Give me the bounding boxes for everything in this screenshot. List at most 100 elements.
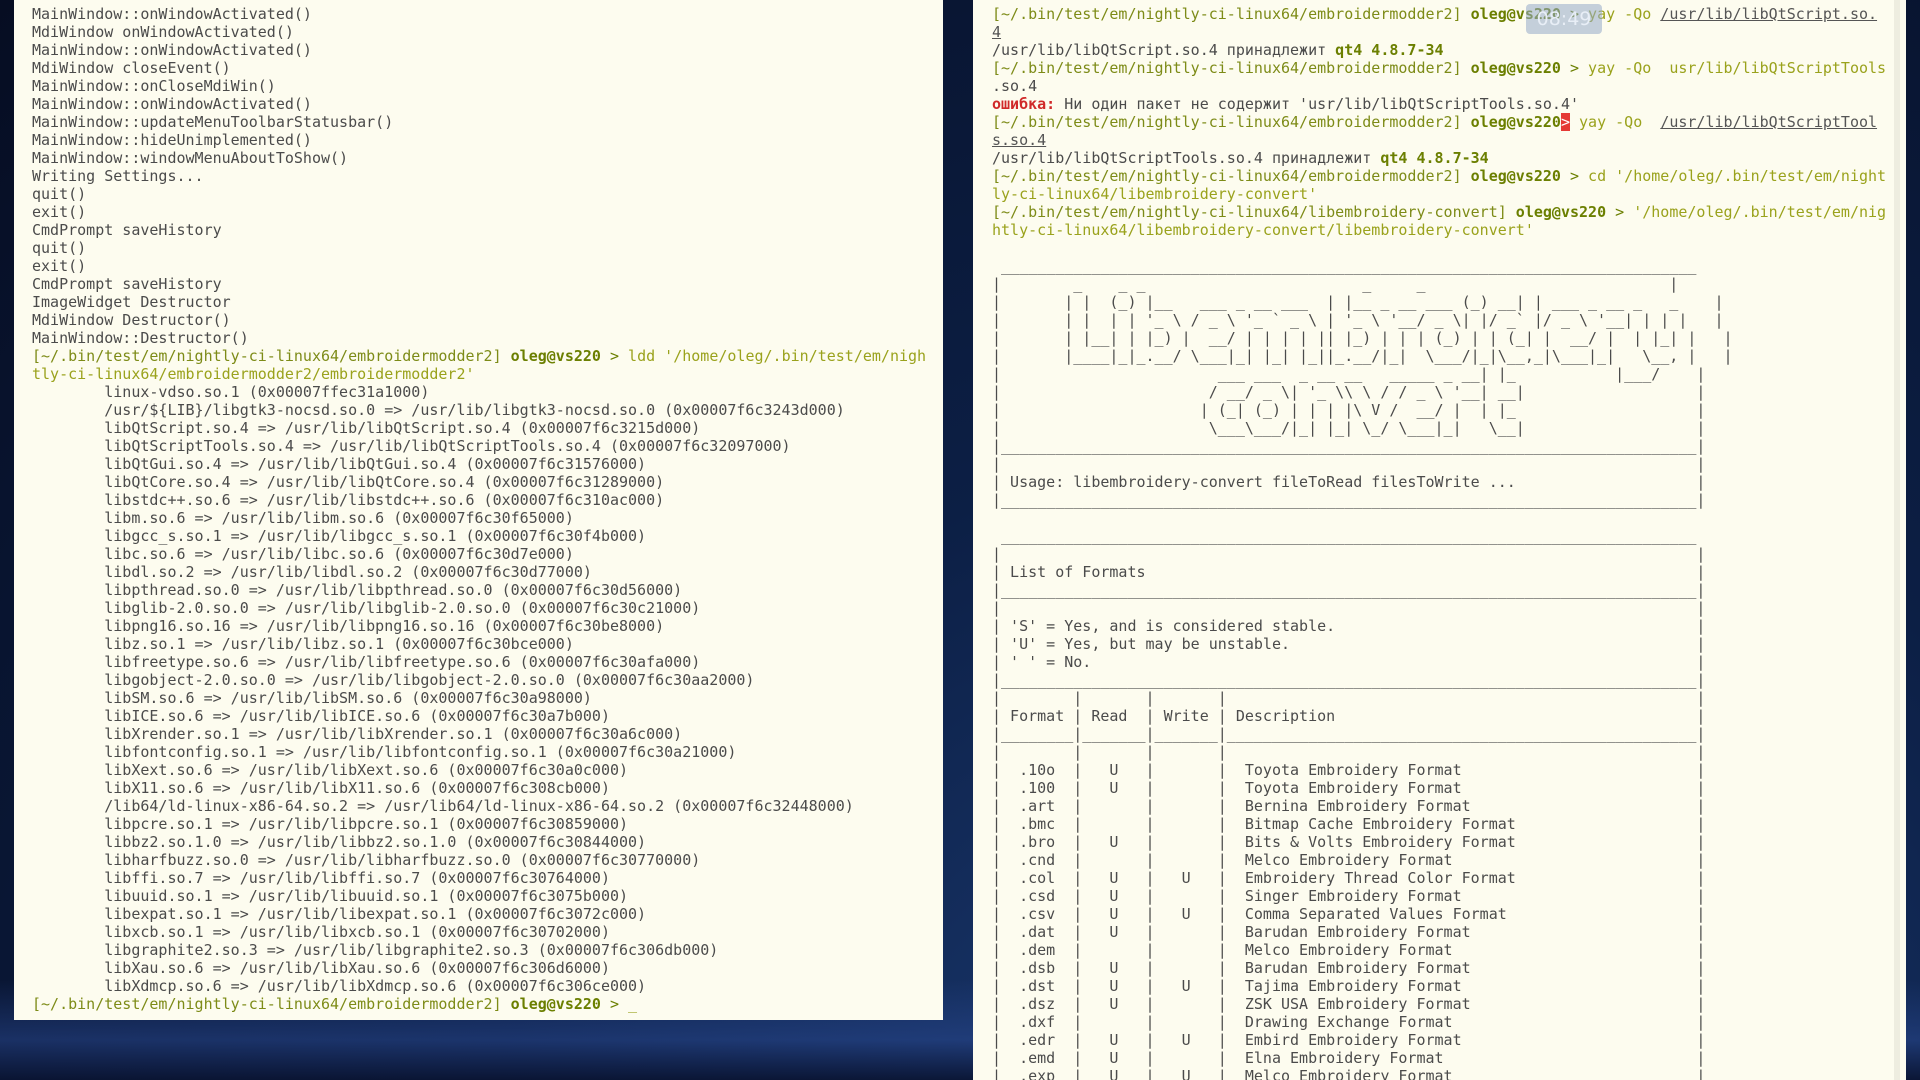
terminal-line: libm.so.6 => /usr/lib/libm.so.6 (0x00007… xyxy=(32,509,943,527)
terminal-scrollbar[interactable] xyxy=(1892,0,1902,1080)
output-text: MdiWindow onWindowActivated() xyxy=(32,23,294,41)
terminal-line: ________________________________________… xyxy=(992,257,1906,275)
output-text: MainWindow::onWindowActivated() xyxy=(32,95,312,113)
output-text: libQtGui.so.4 => /usr/lib/libQtGui.so.4 … xyxy=(32,455,647,473)
output-text: |_______________________________________… xyxy=(992,671,1706,689)
terminal-line: libuuid.so.1 => /usr/lib/libuuid.so.1 (0… xyxy=(32,887,943,905)
output-text: libXext.so.6 => /usr/lib/libXext.so.6 (0… xyxy=(32,761,629,779)
terminal-line: libstdc++.so.6 => /usr/lib/libstdc++.so.… xyxy=(32,491,943,509)
prompt-directory: [~/.bin/test/em/nightly-ci-linux64/embro… xyxy=(32,347,502,365)
prompt-symbol: > xyxy=(600,347,629,365)
terminal-line: | .10o | U | | Toyota Embroidery Format … xyxy=(992,761,1906,779)
terminal-line: | | (_| (_) | | | |\ V / __/ | | |_ | xyxy=(992,401,1906,419)
terminal-line: libX11.so.6 => /usr/lib/libX11.so.6 (0x0… xyxy=(32,779,943,797)
output-text: |_______________________________________… xyxy=(992,437,1706,455)
terminal-line: |_______________________________________… xyxy=(992,491,1906,509)
terminal-line: [~/.bin/test/em/nightly-ci-linux64/embro… xyxy=(32,995,943,1013)
prompt-user-host: oleg@vs220 xyxy=(1470,59,1561,77)
output-text: | Usage: libembroidery-convert fileToRea… xyxy=(992,473,1706,491)
output-text: /usr/lib/libQtScript.so.4 принадлежит xyxy=(992,41,1336,59)
command-text: cd '/home/oleg/.bin/test/em/night xyxy=(1588,167,1887,185)
terminal-line: | .csd | U | | Singer Embroidery Format … xyxy=(992,887,1906,905)
terminal-line: | | |__| | |_) | __/ | | | | || |_) | | … xyxy=(992,329,1906,347)
terminal-line: Writing Settings... xyxy=(32,167,943,185)
prompt-symbol: > xyxy=(1606,203,1634,221)
output-text: | .dem | | | Melco Embroidery Format | xyxy=(992,941,1706,959)
command-continuation: htly-ci-linux64/libembroidery-convert/li… xyxy=(992,221,1534,239)
terminal-line: .so.4 xyxy=(992,77,1906,95)
output-text: quit() xyxy=(32,185,87,203)
terminal-line: linux-vdso.so.1 (0x00007ffec31a1000) xyxy=(32,383,943,401)
output-text: libXrender.so.1 => /usr/lib/libXrender.s… xyxy=(32,725,683,743)
output-text: | .art | | | Bernina Embroidery Format | xyxy=(992,797,1706,815)
scrollbar-thumb[interactable] xyxy=(1894,0,1900,1080)
output-text: libexpat.so.1 => /usr/lib/libexpat.so.1 … xyxy=(32,905,647,923)
output-text: libpng16.so.16 => /usr/lib/libpng16.so.1… xyxy=(32,617,665,635)
terminal-line: | List of Formats | xyxy=(992,563,1906,581)
terminal-line: [~/.bin/test/em/nightly-ci-linux64/embro… xyxy=(32,347,943,365)
output-text: MainWindow::hideUnimplemented() xyxy=(32,131,312,149)
output-text: libdl.so.2 => /usr/lib/libdl.so.2 (0x000… xyxy=(32,563,592,581)
terminal-line: [~/.bin/test/em/nightly-ci-linux64/embro… xyxy=(992,167,1906,185)
prompt-symbol: > xyxy=(1560,59,1589,77)
terminal-line: MdiWindow closeEvent() xyxy=(32,59,943,77)
output-text: | .csv | U | U | Comma Separated Values … xyxy=(992,905,1706,923)
terminal-line: libQtCore.so.4 => /usr/lib/libQtCore.so.… xyxy=(32,473,943,491)
terminal-line: MainWindow::updateMenuToolbarStatusbar() xyxy=(32,113,943,131)
terminal-line: | .exp | U | U | Melco Embroidery Format… xyxy=(992,1067,1906,1080)
output-text: /lib64/ld-linux-x86-64.so.2 => /usr/lib6… xyxy=(32,797,854,815)
terminal-line: MainWindow::onWindowActivated() xyxy=(32,41,943,59)
output-text: | .dxf | | | Drawing Exchange Format | xyxy=(992,1013,1706,1031)
output-text: | .dsz | U | | ZSK USA Embroidery Format… xyxy=(992,995,1706,1013)
terminal-line: libXdmcp.so.6 => /usr/lib/libXdmcp.so.6 … xyxy=(32,977,943,995)
terminal-line: | 'U' = Yes, but may be unstable. | xyxy=(992,635,1906,653)
terminal-line: |_______________________________________… xyxy=(992,581,1906,599)
output-text: | 'S' = Yes, and is considered stable. | xyxy=(992,617,1706,635)
prompt-user-host: oleg@vs220 xyxy=(1515,203,1607,221)
output-text: | .dat | U | | Barudan Embroidery Format… xyxy=(992,923,1706,941)
terminal-line: |_______________________________________… xyxy=(992,671,1906,689)
terminal-window-right[interactable]: [~/.bin/test/em/nightly-ci-linux64/embro… xyxy=(973,0,1906,1080)
terminal-line: | .bmc | | | Bitmap Cache Embroidery For… xyxy=(992,815,1906,833)
terminal-line: MainWindow::Destructor() xyxy=(32,329,943,347)
output-text: MainWindow::updateMenuToolbarStatusbar() xyxy=(32,113,394,131)
output-text: libQtScriptTools.so.4 => /usr/lib/libQtS… xyxy=(32,437,791,455)
prompt-cursor-block: > xyxy=(1560,113,1570,131)
terminal-line: /usr/lib/libQtScriptTools.so.4 принадлеж… xyxy=(992,149,1906,167)
prompt-directory: [~/.bin/test/em/nightly-ci-linux64/libem… xyxy=(992,203,1507,221)
output-text: libglib-2.0.so.0 => /usr/lib/libglib-2.0… xyxy=(32,599,701,617)
terminal-line: ImageWidget Destructor xyxy=(32,293,943,311)
output-text: /usr/lib/libQtScriptTools.so.4 принадлеж… xyxy=(992,149,1381,167)
output-text: libpcre.so.1 => /usr/lib/libpcre.so.1 (0… xyxy=(32,815,629,833)
output-text: libxcb.so.1 => /usr/lib/libxcb.so.1 (0x0… xyxy=(32,923,610,941)
output-text: | .dst | U | U | Tajima Embroidery Forma… xyxy=(992,977,1706,995)
output-text: CmdPrompt saveHistory xyxy=(32,275,222,293)
output-text: | .col | U | U | Embroidery Thread Color… xyxy=(992,869,1706,887)
prompt-directory: [~/.bin/test/em/nightly-ci-linux64/embro… xyxy=(992,59,1462,77)
terminal-line: MainWindow::onCloseMdiWin() xyxy=(32,77,943,95)
command-text: '/home/oleg/.bin/test/em/nig xyxy=(1633,203,1887,221)
terminal-line: libgobject-2.0.so.0 => /usr/lib/libgobje… xyxy=(32,671,943,689)
output-text: | | | | | xyxy=(992,743,1706,761)
output-text: | \___\___/|_| |_| \_/ \___|_| \__| | xyxy=(992,419,1706,437)
terminal-window-left[interactable]: MainWindow::onWindowActivated() MdiWindow… xyxy=(14,0,943,1020)
output-text: libgobject-2.0.so.0 => /usr/lib/libgobje… xyxy=(32,671,755,689)
terminal-line: libz.so.1 => /usr/lib/libz.so.1 (0x00007… xyxy=(32,635,943,653)
command-text: yay -Qo usr/lib/libQtScriptTools xyxy=(1588,59,1887,77)
output-text: exit() xyxy=(32,203,87,221)
terminal-line: /usr/lib/libQtScript.so.4 принадлежит qt… xyxy=(992,41,1906,59)
output-text: libpthread.so.0 => /usr/lib/libpthread.s… xyxy=(32,581,683,599)
output-text: ________________________________________… xyxy=(992,527,1697,545)
output-text: | ' ' = No. | xyxy=(992,653,1706,671)
terminal-line: | .dxf | | | Drawing Exchange Format | xyxy=(992,1013,1906,1031)
terminal-line: ошибка: Ни один пакет не содержит 'usr/l… xyxy=(992,95,1906,113)
terminal-line: [~/.bin/test/em/nightly-ci-linux64/embro… xyxy=(992,59,1906,77)
output-text: libX11.so.6 => /usr/lib/libX11.so.6 (0x0… xyxy=(32,779,610,797)
terminal-line: libfontconfig.so.1 => /usr/lib/libfontco… xyxy=(32,743,943,761)
terminal-line: 4 xyxy=(992,23,1906,41)
output-text: | | xyxy=(992,599,1706,617)
path-argument: 4 xyxy=(992,23,1002,41)
terminal-line: | | xyxy=(992,599,1906,617)
